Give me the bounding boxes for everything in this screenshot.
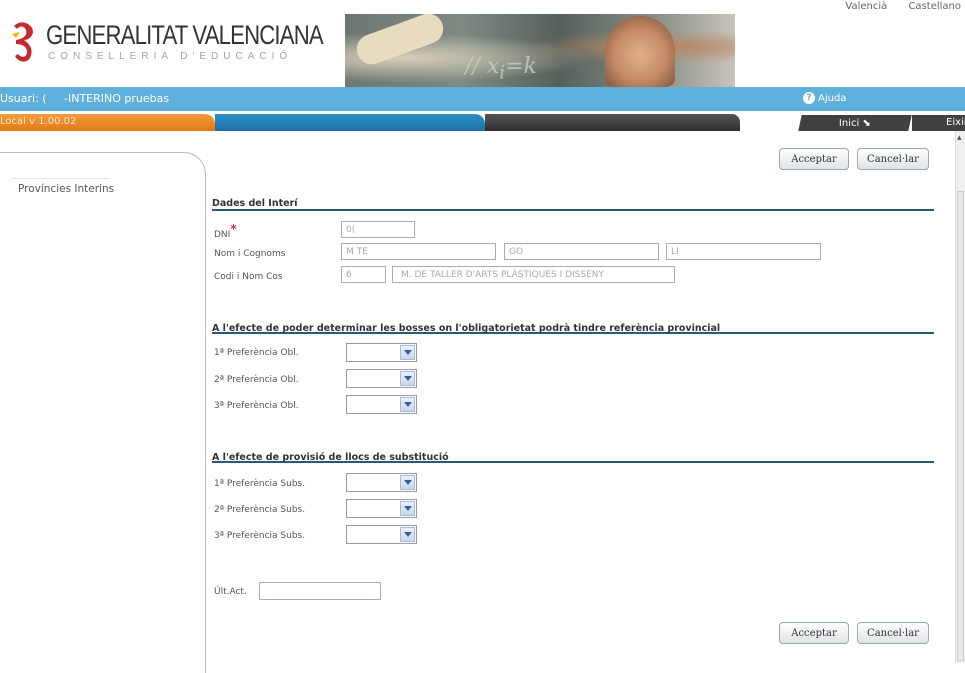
section-obligatorietat: A l'efecte de poder determinar les bosse… bbox=[212, 316, 934, 334]
dni-label-text: DNI bbox=[214, 230, 231, 240]
dni-label: DNI* bbox=[214, 222, 237, 240]
pref-subs-3-label: 3ª Preferència Subs. bbox=[214, 531, 306, 541]
user-bar: Usuari: ( -INTERINO pruebas ? Ajuda bbox=[0, 87, 965, 111]
chevron-down-icon bbox=[400, 527, 415, 542]
cognom2-field[interactable]: LI bbox=[666, 243, 821, 260]
pref-obl-1-select[interactable] bbox=[346, 343, 417, 362]
cos-name-field[interactable]: M. DE TALLER D'ARTS PLÀSTIQUES I DISSENY bbox=[392, 266, 675, 283]
logo-title: GENERALITAT VALENCIANA bbox=[46, 20, 324, 50]
tab-eixir-label: Eixir bbox=[946, 117, 965, 128]
section-dades-interi: Dades del Interí bbox=[212, 191, 934, 211]
sidebar-divider bbox=[12, 178, 110, 179]
logo-mark-icon bbox=[12, 22, 33, 62]
cos-code-field[interactable]: 6 bbox=[341, 266, 386, 283]
tab-blue-decoration bbox=[215, 114, 485, 131]
vertical-scrollbar[interactable]: ▴ bbox=[955, 131, 965, 663]
tab-dark-decoration bbox=[485, 114, 740, 131]
chevron-down-icon bbox=[400, 501, 415, 516]
page-header: GENERALITAT VALENCIANA CONSELLERIA D'EDU… bbox=[0, 0, 965, 87]
user-label: Usuari: ( bbox=[0, 92, 47, 105]
lang-valencia-link[interactable]: Valencià bbox=[845, 1, 887, 12]
language-links: Valencià Castellano bbox=[823, 0, 965, 13]
chevron-down-icon bbox=[400, 345, 415, 360]
pref-subs-1-select[interactable] bbox=[346, 473, 417, 492]
nom-label: Nom i Cognoms bbox=[214, 249, 286, 259]
ultact-label: Últ.Act. bbox=[214, 587, 247, 597]
lang-castellano-link[interactable]: Castellano bbox=[908, 1, 961, 12]
pref-obl-3-select[interactable] bbox=[346, 395, 417, 414]
required-asterisk-icon: * bbox=[230, 222, 237, 236]
dni-field[interactable]: 0( bbox=[341, 221, 415, 238]
logo-subtitle: CONSELLERIA D'EDUCACIÓ bbox=[48, 51, 293, 62]
pref-subs-3-select[interactable] bbox=[346, 525, 417, 544]
pref-obl-1-label: 1ª Preferència Obl. bbox=[214, 348, 299, 358]
accept-button-bottom[interactable]: Acceptar bbox=[779, 622, 849, 644]
pref-obl-2-label: 2ª Preferència Obl. bbox=[214, 375, 299, 385]
section-title: A l'efecte de provisió de llocs de subst… bbox=[212, 452, 449, 463]
help-link[interactable]: ? Ajuda bbox=[803, 92, 846, 104]
section-substitucio: A l'efecte de provisió de llocs de subst… bbox=[212, 445, 934, 463]
sidebar: Províncies Interins bbox=[0, 152, 206, 673]
chevron-down-icon bbox=[400, 475, 415, 490]
tab-eixir[interactable]: Eixir bbox=[912, 115, 965, 131]
pref-subs-1-label: 1ª Preferència Subs. bbox=[214, 479, 306, 489]
cos-label: Codi i Nom Cos bbox=[214, 272, 283, 282]
tab-bar: Local v 1.00.02 Inici ⬊ Eixir bbox=[0, 111, 965, 131]
cognom1-field[interactable]: GO bbox=[504, 243, 659, 260]
scrollbar-thumb[interactable] bbox=[957, 191, 964, 661]
section-title: Dades del Interí bbox=[212, 198, 298, 209]
pref-obl-2-select[interactable] bbox=[346, 369, 417, 388]
pref-subs-2-label: 2ª Preferència Subs. bbox=[214, 505, 306, 515]
version-label: Local v 1.00.02 bbox=[0, 116, 77, 127]
version-tab: Local v 1.00.02 bbox=[0, 114, 215, 131]
cancel-button-bottom[interactable]: Cancel·lar bbox=[857, 622, 929, 644]
scroll-up-icon[interactable]: ▴ bbox=[957, 133, 962, 143]
chevron-down-icon bbox=[400, 397, 415, 412]
help-icon: ? bbox=[803, 92, 815, 104]
pref-obl-3-label: 3ª Preferència Obl. bbox=[214, 401, 299, 411]
ultact-field[interactable] bbox=[259, 582, 381, 600]
section-title: A l'efecte de poder determinar les bosse… bbox=[212, 323, 721, 334]
arrow-down-right-icon: ⬊ bbox=[862, 117, 871, 129]
header-banner-image: // xi=k bbox=[345, 14, 735, 87]
tab-inici[interactable]: Inici ⬊ bbox=[798, 115, 912, 131]
chevron-down-icon bbox=[400, 371, 415, 386]
accept-button-top[interactable]: Acceptar bbox=[779, 148, 849, 170]
user-name: -INTERINO pruebas bbox=[64, 92, 170, 105]
sidebar-item-provincies-interins[interactable]: Províncies Interins bbox=[18, 183, 114, 195]
pref-subs-2-select[interactable] bbox=[346, 499, 417, 518]
help-label: Ajuda bbox=[818, 92, 847, 104]
nom-field[interactable]: M TE bbox=[341, 243, 496, 260]
tab-inici-label: Inici bbox=[839, 117, 860, 129]
cancel-button-top[interactable]: Cancel·lar bbox=[857, 148, 929, 170]
